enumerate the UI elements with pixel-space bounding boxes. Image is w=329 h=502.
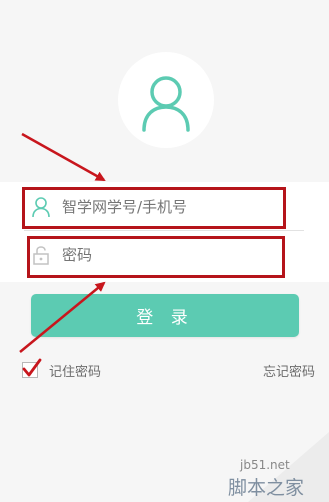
annotation-arrows — [19, 132, 106, 353]
arrow-to-password — [19, 281, 106, 353]
watermark-logo: 脚本之家 — [228, 477, 305, 499]
watermark-site: jb51.net — [240, 458, 290, 472]
arrow-to-username — [21, 132, 106, 182]
